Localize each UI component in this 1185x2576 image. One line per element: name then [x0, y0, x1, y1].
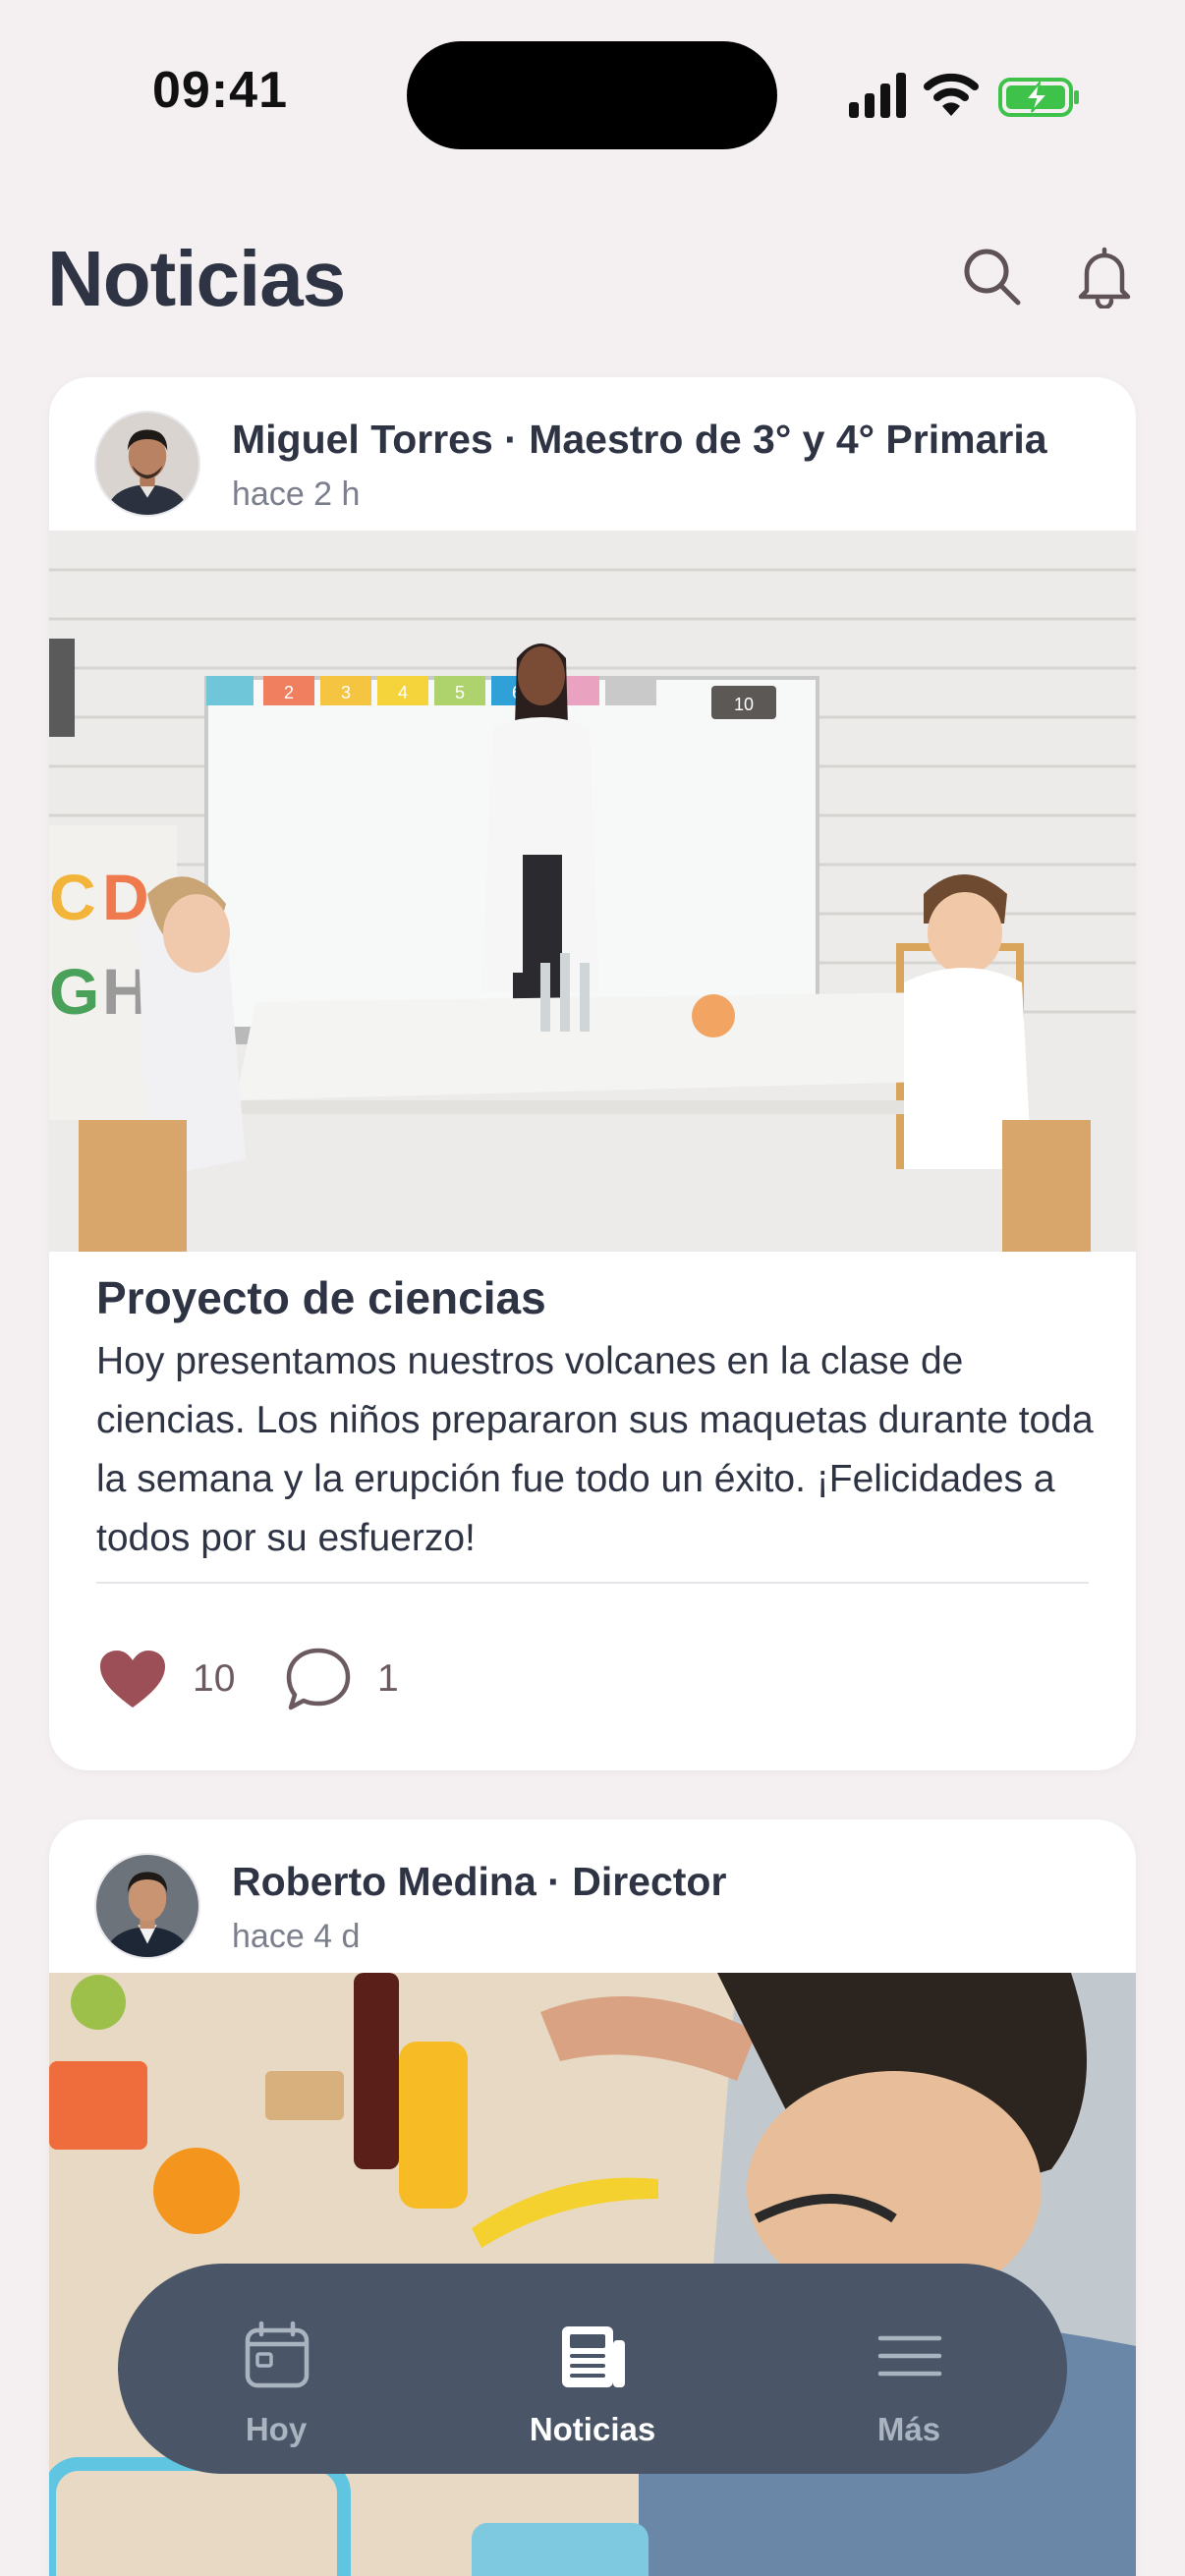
like-count: 10: [193, 1657, 236, 1700]
menu-icon: [877, 2335, 942, 2377]
tab-bar: Hoy Noticias Más: [118, 2264, 1067, 2474]
board-letter: G: [49, 955, 99, 1028]
divider: [96, 1582, 1089, 1584]
status-bar: 09:41: [0, 0, 1185, 187]
newspaper-icon: [562, 2326, 625, 2387]
post-timestamp: hace 2 h: [232, 476, 361, 513]
tab-mas[interactable]: Más: [786, 2264, 1032, 2474]
page-title: Noticias: [47, 235, 346, 322]
post-card[interactable]: Miguel Torres · Maestro de 3° y 4° Prima…: [49, 377, 1136, 1770]
board-letter: C: [49, 861, 96, 933]
comment-count: 1: [377, 1657, 399, 1700]
comment-button[interactable]: 1: [285, 1645, 399, 1713]
status-time: 09:41: [152, 62, 288, 119]
tab-hoy[interactable]: Hoy: [153, 2264, 399, 2474]
avatar: [94, 411, 200, 517]
heart-icon: [100, 1651, 165, 1708]
tab-label: Noticias: [529, 2411, 656, 2447]
tab-label: Hoy: [245, 2411, 308, 2447]
tab-label: Más: [876, 2411, 941, 2447]
train-number: 5: [455, 683, 465, 702]
calendar-icon: [245, 2321, 310, 2388]
train-number: 3: [341, 683, 351, 702]
post-timestamp: hace 4 d: [232, 1918, 361, 1955]
cellular-signal-icon: [849, 73, 906, 118]
bell-icon[interactable]: [1073, 246, 1136, 308]
post-photo[interactable]: 2 3 4 5 6 10 C D G H: [49, 531, 1136, 1252]
search-icon[interactable]: [961, 246, 1024, 308]
dynamic-island: [407, 41, 777, 149]
post-author[interactable]: Roberto Medina · Director: [232, 1859, 726, 1905]
post-title: Proyecto de ciencias: [96, 1272, 546, 1323]
comment-icon: [286, 1648, 351, 1710]
post-author[interactable]: Miguel Torres · Maestro de 3° y 4° Prima…: [232, 417, 1047, 463]
train-number: 4: [398, 683, 408, 702]
tab-noticias[interactable]: Noticias: [470, 2264, 715, 2474]
like-button[interactable]: 10: [98, 1645, 235, 1713]
avatar: [94, 1853, 200, 1959]
wifi-icon: [924, 73, 979, 116]
train-number: 10: [734, 695, 754, 714]
train-number: 2: [284, 683, 294, 702]
post-body: Hoy presentamos nuestros volcanes en la …: [96, 1340, 1094, 1559]
battery-charging-icon: [998, 78, 1079, 117]
